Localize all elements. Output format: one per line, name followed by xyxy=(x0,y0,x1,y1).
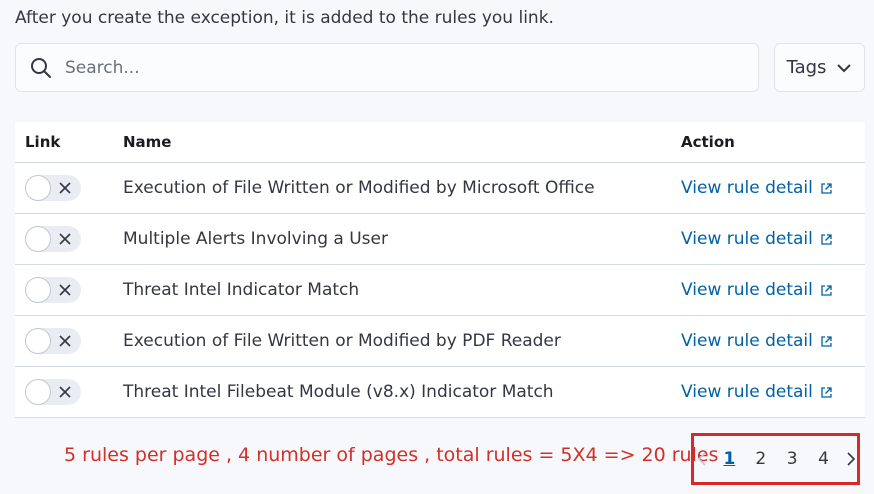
annotation-note: 5 rules per page , 4 number of pages , t… xyxy=(64,444,719,466)
action-cell: View rule detail xyxy=(681,280,865,300)
cross-icon xyxy=(59,335,71,347)
toggle-knob xyxy=(25,226,51,252)
tags-filter-button[interactable]: Tags xyxy=(774,43,865,92)
rule-name: Execution of File Written or Modified by… xyxy=(123,331,561,351)
link-toggle[interactable] xyxy=(25,328,81,354)
rules-table: Link Name Action Execution of File Writt… xyxy=(15,122,865,418)
link-toggle[interactable] xyxy=(25,175,81,201)
table-row: Multiple Alerts Involving a User View rul… xyxy=(15,214,865,265)
cross-icon xyxy=(59,182,71,194)
column-header-link[interactable]: Link xyxy=(15,133,123,151)
link-cell xyxy=(15,379,123,405)
table-row: Threat Intel Indicator Match View rule de… xyxy=(15,265,865,316)
view-rule-detail-link[interactable]: View rule detail xyxy=(681,331,833,351)
view-rule-detail-link[interactable]: View rule detail xyxy=(681,382,833,402)
view-rule-detail-link[interactable]: View rule detail xyxy=(681,178,833,198)
external-link-icon xyxy=(821,182,832,194)
link-cell xyxy=(15,277,123,303)
view-rule-detail-label: View rule detail xyxy=(681,178,813,198)
link-toggle[interactable] xyxy=(25,226,81,252)
link-cell xyxy=(15,328,123,354)
column-header-action: Action xyxy=(681,133,735,151)
toggle-knob xyxy=(25,379,51,405)
toggle-knob xyxy=(25,175,51,201)
page-link-2[interactable]: 2 xyxy=(750,449,772,469)
view-rule-detail-label: View rule detail xyxy=(681,382,813,402)
external-link-icon xyxy=(821,335,832,347)
external-link-icon xyxy=(821,284,832,296)
table-header: Link Name Action xyxy=(15,122,865,163)
external-link-icon xyxy=(821,386,832,398)
external-link-icon xyxy=(821,233,832,245)
page-link-4[interactable]: 4 xyxy=(813,449,835,469)
cross-icon xyxy=(59,386,71,398)
table-row: Execution of File Written or Modified by… xyxy=(15,316,865,367)
action-cell: View rule detail xyxy=(681,382,865,402)
rule-name: Threat Intel Filebeat Module (v8.x) Indi… xyxy=(123,382,554,402)
rule-name: Threat Intel Indicator Match xyxy=(123,280,360,300)
chevron-left-icon[interactable] xyxy=(695,451,709,467)
search-box[interactable] xyxy=(15,43,759,92)
view-rule-detail-link[interactable]: View rule detail xyxy=(681,280,833,300)
cross-icon xyxy=(59,233,71,245)
view-rule-detail-label: View rule detail xyxy=(681,280,813,300)
page-link-1[interactable]: 1 xyxy=(718,449,740,469)
intro-text: After you create the exception, it is ad… xyxy=(15,8,554,28)
pagination: 1 2 3 4 xyxy=(691,433,860,485)
link-toggle[interactable] xyxy=(25,379,81,405)
toggle-knob xyxy=(25,328,51,354)
table-row: Execution of File Written or Modified by… xyxy=(15,163,865,214)
column-header-name[interactable]: Name xyxy=(123,133,681,151)
rule-name: Execution of File Written or Modified by… xyxy=(123,178,595,198)
rule-name: Multiple Alerts Involving a User xyxy=(123,229,388,249)
table-row: Threat Intel Filebeat Module (v8.x) Indi… xyxy=(15,367,865,418)
view-rule-detail-link[interactable]: View rule detail xyxy=(681,229,833,249)
link-cell xyxy=(15,175,123,201)
toggle-knob xyxy=(25,277,51,303)
chevron-down-icon xyxy=(837,63,852,72)
search-input[interactable] xyxy=(65,57,705,78)
table-body: Execution of File Written or Modified by… xyxy=(15,163,865,418)
search-icon xyxy=(31,57,51,78)
action-cell: View rule detail xyxy=(681,229,865,249)
tags-filter-label: Tags xyxy=(786,57,827,78)
action-cell: View rule detail xyxy=(681,178,865,198)
cross-icon xyxy=(59,284,71,296)
chevron-right-icon[interactable] xyxy=(844,451,858,467)
view-rule-detail-label: View rule detail xyxy=(681,331,813,351)
link-toggle[interactable] xyxy=(25,277,81,303)
link-cell xyxy=(15,226,123,252)
page-link-3[interactable]: 3 xyxy=(781,449,803,469)
action-cell: View rule detail xyxy=(681,331,865,351)
view-rule-detail-label: View rule detail xyxy=(681,229,813,249)
